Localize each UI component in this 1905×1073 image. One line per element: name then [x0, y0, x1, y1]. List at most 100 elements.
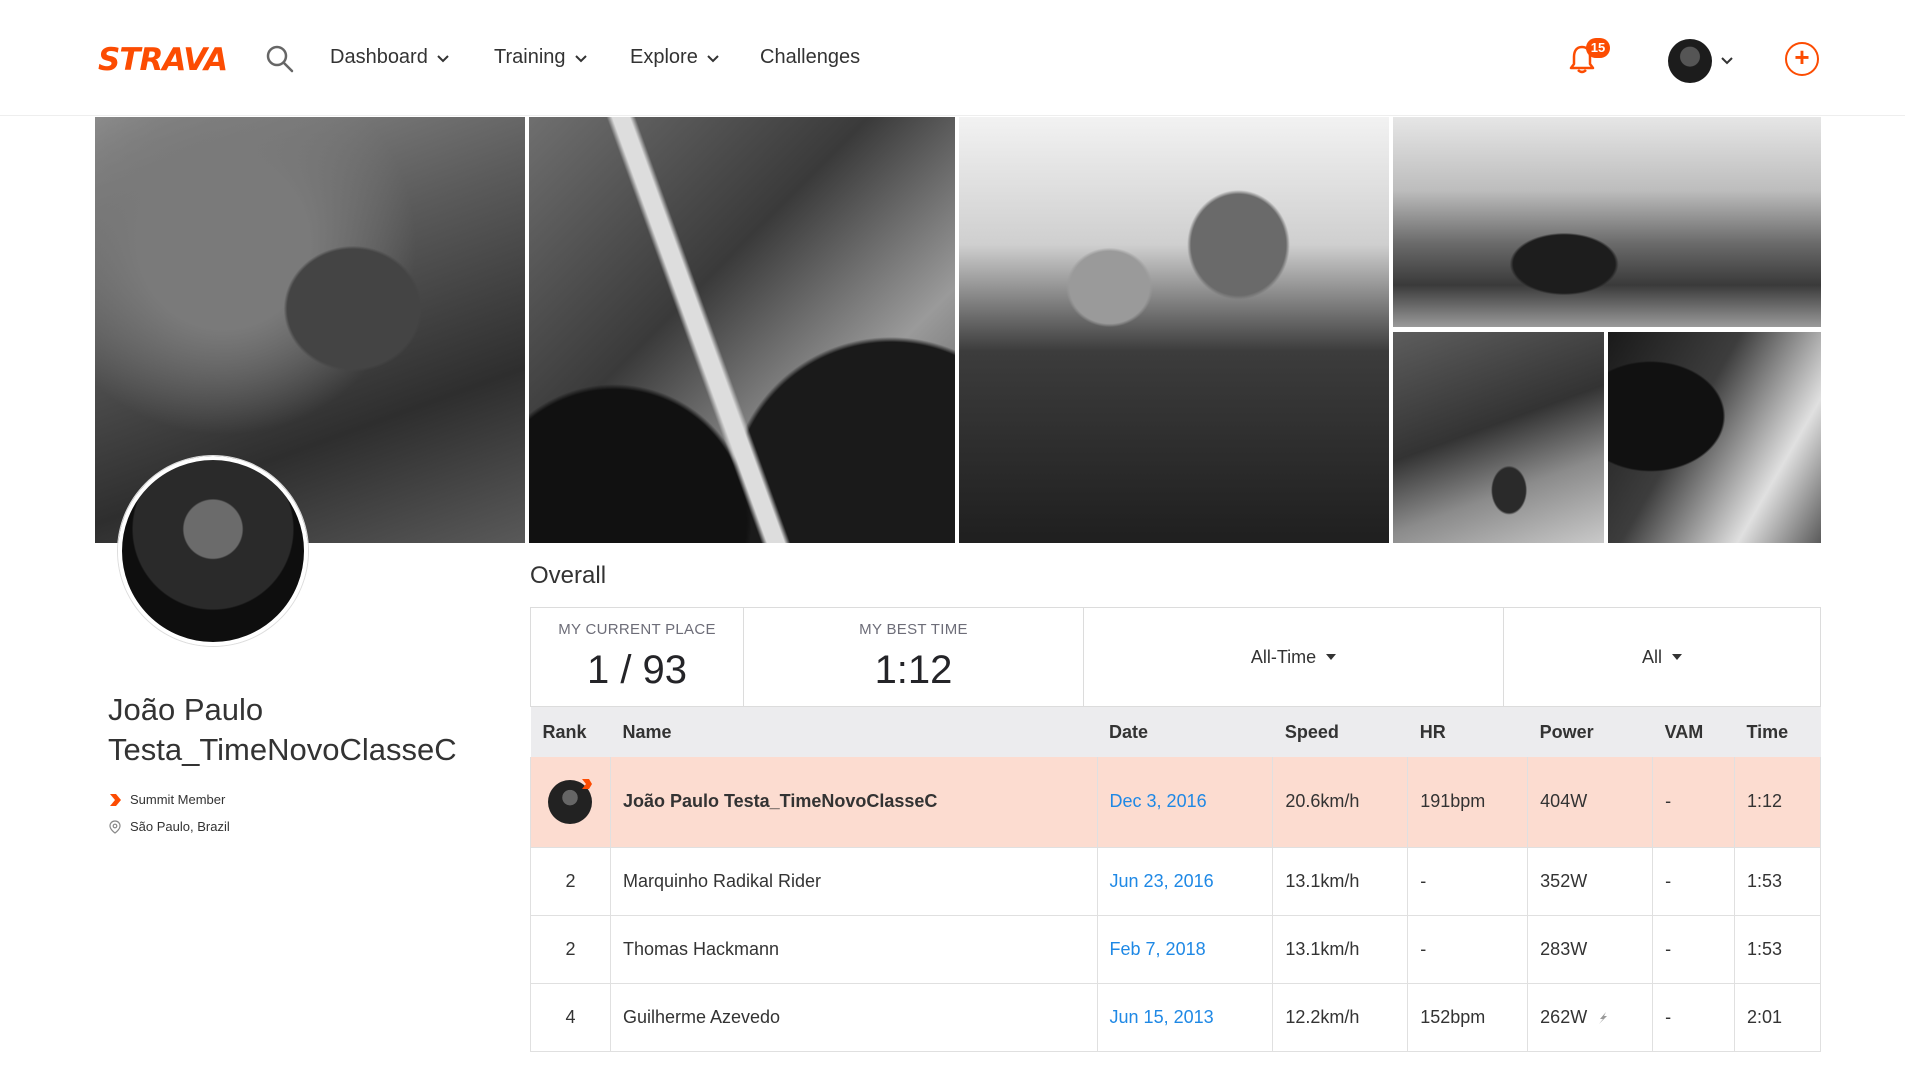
summit-chevron-icon	[110, 793, 121, 806]
hr-cell: 152bpm	[1407, 983, 1529, 1052]
time-cell: 1:53	[1734, 847, 1821, 916]
date-cell: Jun 15, 2013	[1097, 983, 1274, 1052]
athlete-name-cell[interactable]: Guilherme Azevedo	[610, 983, 1098, 1052]
current-place-stat: MY CURRENT PLACE 1 / 93	[531, 608, 744, 706]
leaderboard-table: Rank Name Date Speed HR Power VAM Time J…	[530, 707, 1821, 1052]
time-range-value: All-Time	[1250, 646, 1317, 667]
speed-cell: 12.2km/h	[1272, 983, 1409, 1052]
nav-explore-label: Explore	[630, 46, 698, 68]
time-range-filter[interactable]: All-Time	[1084, 608, 1504, 706]
nav-dashboard[interactable]: Dashboard	[330, 46, 450, 69]
group-filter[interactable]: All	[1504, 608, 1820, 706]
time-cell: 2:01	[1734, 983, 1821, 1052]
profile-photo-2[interactable]	[529, 117, 955, 543]
rank-cell: 4	[530, 983, 611, 1052]
col-power[interactable]: Power	[1527, 707, 1653, 757]
best-time-stat: MY BEST TIME 1:12	[744, 608, 1084, 706]
speed-cell: 13.1km/h	[1272, 847, 1409, 916]
rank-cell: 2	[530, 915, 611, 984]
vam-cell: -	[1652, 757, 1735, 848]
chevron-down-icon	[574, 54, 587, 62]
col-name[interactable]: Name	[610, 707, 1098, 757]
activity-date-link[interactable]: Jun 15, 2013	[1110, 1007, 1214, 1027]
col-time[interactable]: Time	[1734, 707, 1821, 757]
current-place-value: 1 / 93	[586, 648, 688, 692]
membership-label: Summit Member	[130, 792, 226, 807]
nav-challenges[interactable]: Challenges	[760, 46, 860, 69]
athlete-name: João Paulo Testa_TimeNovoClasseC	[108, 692, 457, 767]
table-row[interactable]: 2 Thomas Hackmann Feb 7, 2018 13.1km/h -…	[530, 915, 1821, 984]
membership-row: Summit Member	[108, 792, 225, 807]
top-nav: STRAVA Dashboard Training Explore Challe…	[0, 0, 1905, 116]
athlete-name-cell[interactable]: João Paulo Testa_TimeNovoClasseC	[610, 757, 1098, 848]
hr-cell: 191bpm	[1407, 757, 1529, 848]
col-rank[interactable]: Rank	[530, 707, 611, 757]
add-activity-button[interactable]: +	[1785, 42, 1819, 76]
activity-date-link[interactable]: Jun 23, 2016	[1110, 871, 1214, 891]
rank-cell	[530, 757, 611, 848]
nav-challenges-label: Challenges	[760, 46, 861, 68]
group-value: All	[1641, 646, 1662, 667]
power-cell: 404W	[1527, 757, 1654, 848]
crown-icon	[582, 778, 593, 789]
vam-cell: -	[1652, 915, 1735, 984]
speed-cell: 13.1km/h	[1272, 915, 1409, 984]
hr-cell: -	[1407, 847, 1529, 916]
nav-training[interactable]: Training	[494, 46, 588, 69]
activity-date-link[interactable]: Dec 3, 2016	[1110, 791, 1207, 811]
chevron-down-icon	[437, 54, 449, 62]
power-value: 262W	[1540, 1006, 1588, 1027]
table-row[interactable]: 2 Marquinho Radikal Rider Jun 23, 2016 1…	[530, 847, 1821, 916]
table-header: Rank Name Date Speed HR Power VAM Time	[530, 707, 1821, 757]
notification-badge: 15	[1586, 38, 1610, 58]
location-row: São Paulo, Brazil	[108, 819, 230, 834]
best-time-label: MY BEST TIME	[859, 621, 968, 638]
chevron-down-icon	[707, 54, 719, 62]
group-dropdown[interactable]: All	[1504, 608, 1820, 706]
search-icon[interactable]	[265, 44, 295, 74]
col-date[interactable]: Date	[1097, 707, 1273, 757]
leaderboard-title: Overall	[530, 562, 607, 589]
profile-photo-3[interactable]	[959, 117, 1389, 543]
col-hr[interactable]: HR	[1407, 707, 1528, 757]
power-cell: 262W	[1527, 983, 1654, 1052]
date-cell: Feb 7, 2018	[1097, 915, 1274, 984]
location-label: São Paulo, Brazil	[130, 819, 230, 834]
time-range-dropdown[interactable]: All-Time	[1084, 608, 1503, 706]
estimated-power-icon	[1599, 1011, 1608, 1024]
chevron-down-icon[interactable]	[1720, 55, 1734, 65]
nav-training-label: Training	[494, 46, 566, 68]
avatar[interactable]	[1668, 39, 1712, 83]
vam-cell: -	[1652, 983, 1735, 1052]
athlete-avatar[interactable]	[118, 456, 308, 646]
avatar[interactable]	[548, 778, 593, 824]
activity-date-link[interactable]: Feb 7, 2018	[1110, 939, 1206, 959]
profile-photo-4[interactable]	[1393, 117, 1821, 327]
nav-explore[interactable]: Explore	[630, 46, 720, 69]
profile-photo-6[interactable]	[1608, 332, 1821, 543]
caret-down-icon	[1326, 654, 1337, 660]
hr-cell: -	[1407, 915, 1529, 984]
power-cell: 283W	[1527, 915, 1654, 984]
location-pin-icon	[109, 819, 121, 834]
date-cell: Dec 3, 2016	[1097, 757, 1274, 848]
caret-down-icon	[1672, 654, 1682, 660]
nav-dashboard-label: Dashboard	[330, 46, 428, 68]
athlete-name-cell[interactable]: Thomas Hackmann	[610, 915, 1098, 984]
table-row[interactable]: 4 Guilherme Azevedo Jun 15, 2013 12.2km/…	[530, 983, 1821, 1052]
table-row[interactable]: João Paulo Testa_TimeNovoClasseC Dec 3, …	[530, 757, 1821, 848]
leaderboard-stats: MY CURRENT PLACE 1 / 93 MY BEST TIME 1:1…	[530, 607, 1821, 707]
time-cell: 1:12	[1734, 757, 1821, 848]
rank-cell: 2	[530, 847, 611, 916]
athlete-name-cell[interactable]: Marquinho Radikal Rider	[610, 847, 1098, 916]
speed-cell: 20.6km/h	[1272, 757, 1409, 848]
profile-photo-5[interactable]	[1393, 332, 1604, 543]
date-cell: Jun 23, 2016	[1097, 847, 1274, 916]
best-time-value: 1:12	[874, 648, 953, 692]
col-speed[interactable]: Speed	[1272, 707, 1408, 757]
col-vam[interactable]: VAM	[1652, 707, 1735, 757]
power-cell: 352W	[1527, 847, 1654, 916]
time-cell: 1:53	[1734, 915, 1821, 984]
strava-logo[interactable]: STRAVA	[98, 42, 228, 78]
current-place-label: MY CURRENT PLACE	[558, 621, 716, 638]
